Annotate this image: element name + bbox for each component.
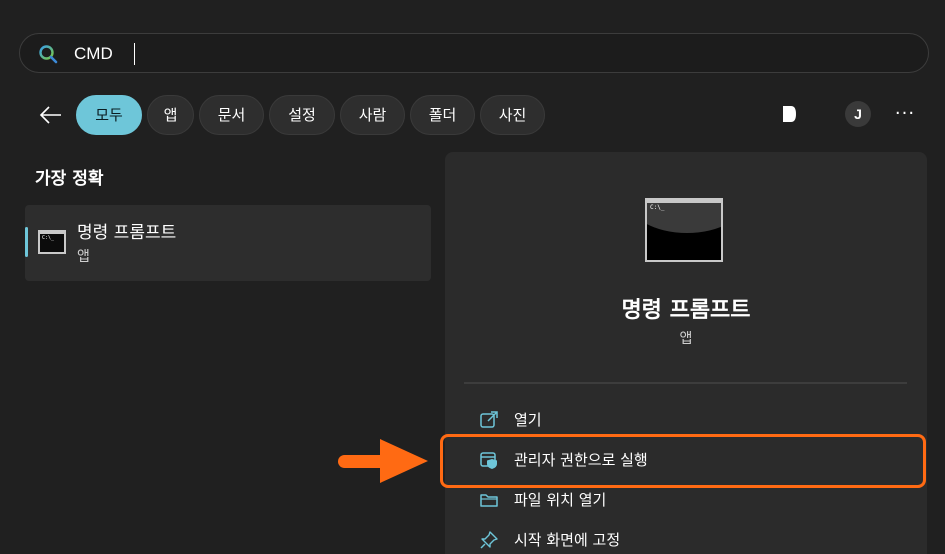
windows-search-window: 모두 앱 문서 설정 사람 폴더 사진 J ··· 가장 정확 C:\_ 명령 … xyxy=(0,0,945,554)
open-external-icon xyxy=(480,411,498,428)
filter-tab-people[interactable]: 사람 xyxy=(340,95,405,135)
search-icon xyxy=(39,45,58,64)
action-open-file-location[interactable]: 파일 위치 열기 xyxy=(471,485,901,515)
detail-title: 명령 프롬프트 xyxy=(621,298,751,323)
filter-tab-all[interactable]: 모두 xyxy=(76,95,142,135)
folder-icon xyxy=(480,494,498,507)
prompt-glyph: C:\_ xyxy=(42,235,55,241)
action-pin-to-start[interactable]: 시작 화면에 고정 xyxy=(471,525,901,554)
detail-panel: C:\_ 명령 프롬프트 앱 열기 관리자 권한으로 실행 파일 위치 열기 시… xyxy=(445,152,927,554)
filter-tab-apps[interactable]: 앱 xyxy=(147,95,194,135)
action-open[interactable]: 열기 xyxy=(471,405,901,435)
back-arrow-icon[interactable] xyxy=(36,101,64,129)
command-prompt-icon: C:\_ xyxy=(38,230,66,254)
detail-type: 앱 xyxy=(679,331,693,347)
best-match-item[interactable]: C:\_ 명령 프롬프트 앱 xyxy=(25,205,431,281)
play-icon[interactable] xyxy=(780,104,798,124)
annotation-arrow-icon xyxy=(338,439,428,483)
command-prompt-large-icon: C:\_ xyxy=(645,198,723,262)
prompt-glyph-large: C:\_ xyxy=(650,204,665,211)
filter-tab-folders[interactable]: 폴더 xyxy=(410,95,475,135)
more-options-icon[interactable]: ··· xyxy=(893,105,917,125)
divider xyxy=(464,382,907,384)
pin-icon xyxy=(480,531,498,549)
selection-indicator xyxy=(25,227,28,257)
avatar[interactable]: J xyxy=(845,101,871,127)
filter-tab-photos[interactable]: 사진 xyxy=(480,95,545,135)
best-match-title: 명령 프롬프트 xyxy=(77,223,177,243)
action-open-label: 열기 xyxy=(514,411,542,429)
filter-tab-documents[interactable]: 문서 xyxy=(199,95,264,135)
highlight-annotation-box xyxy=(440,434,926,488)
best-match-heading: 가장 정확 xyxy=(35,169,104,189)
action-open-file-location-label: 파일 위치 열기 xyxy=(514,491,607,509)
text-caret xyxy=(134,43,135,65)
filter-tab-settings[interactable]: 설정 xyxy=(269,95,335,135)
best-match-type: 앱 xyxy=(77,249,90,265)
search-box[interactable] xyxy=(19,33,929,73)
action-pin-to-start-label: 시작 화면에 고정 xyxy=(514,531,621,549)
search-input[interactable] xyxy=(74,43,874,65)
